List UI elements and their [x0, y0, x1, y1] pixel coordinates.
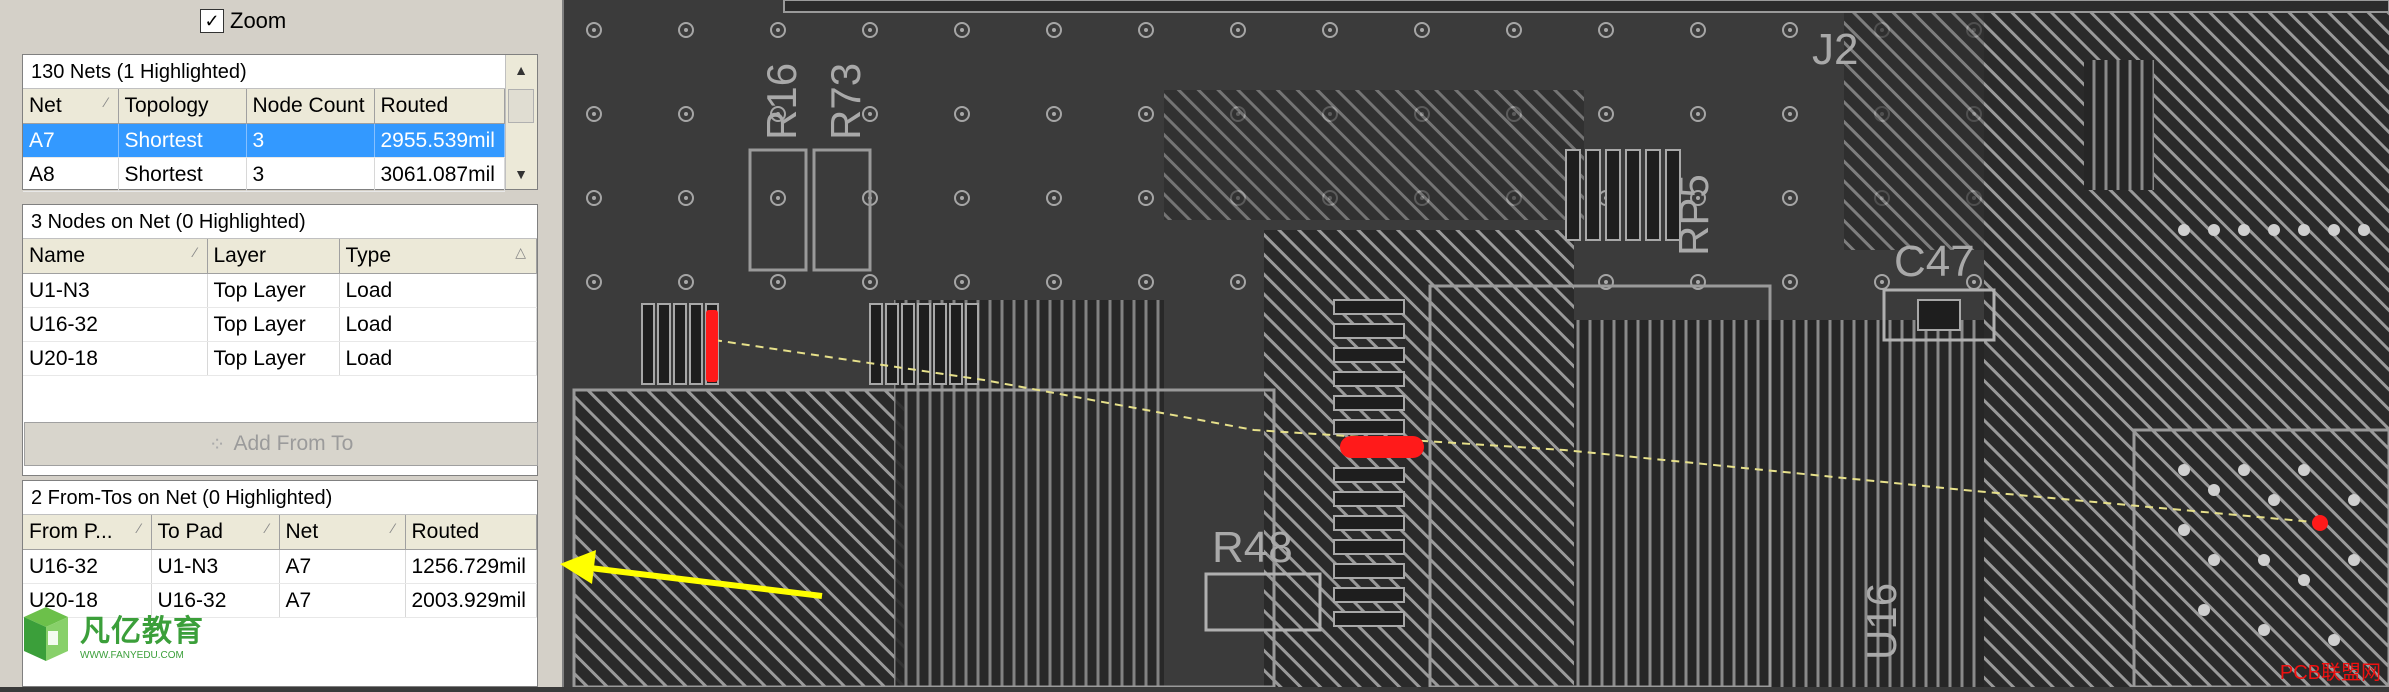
fromtos-col-to[interactable]: To Pad ⁄ [151, 515, 280, 550]
designator-j2: J2 [1812, 25, 1858, 74]
logo-name: 凡亿教育 [80, 615, 204, 648]
cell: 2003.929mil [405, 583, 537, 618]
add-from-to-button[interactable]: ⁘ Add From To [24, 422, 538, 466]
designator-r16: R16 [758, 63, 805, 140]
fromtos-col-net[interactable]: Net ⁄ [279, 515, 406, 550]
zoom-checkbox[interactable]: ✓ Zoom [200, 5, 286, 37]
highlighted-pad-u16-32[interactable] [1340, 436, 1424, 458]
cell: A7 [279, 583, 406, 618]
cell: Load [339, 341, 537, 376]
logo-url: WWW.FANYEDU.COM [80, 650, 184, 661]
logo-cube-icon [24, 606, 68, 661]
nets-col-routed[interactable]: Routed [374, 89, 505, 124]
cell: 1256.729mil [405, 549, 537, 584]
fromtos-table: From P... ⁄ To Pad ⁄ Net ⁄ Routed U16-32 U1… [23, 515, 537, 618]
trace-region [1264, 230, 1574, 687]
table-row[interactable]: A8 Shortest 3 3061.087mil [23, 157, 505, 192]
pcb-panel: ✓ Zoom 130 Nets (1 Highlighted) Net ⁄ Top… [0, 0, 564, 687]
highlighted-pad-u20-18[interactable] [706, 310, 718, 382]
watermark: PCB联盟网 [2279, 662, 2381, 684]
scroll-thumb[interactable] [508, 89, 534, 123]
table-row[interactable]: A7 Shortest 3 2955.539mil [23, 123, 505, 158]
sort-arrow-icon: ⁄ [105, 94, 108, 110]
cell: Shortest [118, 123, 247, 158]
designator-r48: R48 [1212, 523, 1293, 572]
fromtos-col-from[interactable]: From P... ⁄ [23, 515, 152, 550]
nets-scrollbar[interactable]: ▲ ▼ [505, 55, 537, 189]
sort-arrow-icon: ⁄ [194, 244, 197, 260]
nodes-title: 3 Nodes on Net (0 Highlighted) [23, 205, 537, 239]
cell: U1-N3 [23, 273, 208, 308]
cell: Top Layer [207, 273, 340, 308]
cell: 2955.539mil [374, 123, 505, 158]
cell: 3 [246, 157, 375, 192]
nodes-table: Name ⁄ Layer Type △ U1-N3 Top Layer Load U… [23, 239, 537, 376]
fromtos-col-routed[interactable]: Routed [405, 515, 537, 550]
table-row[interactable]: U16-32 U1-N3 A7 1256.729mil [23, 549, 537, 584]
sort-arrow-icon: ⁄ [392, 520, 395, 536]
cell: 3061.087mil [374, 157, 505, 192]
annotation-arrow [560, 550, 823, 599]
nets-col-topology[interactable]: Topology [118, 89, 247, 124]
cell: Top Layer [207, 307, 340, 342]
trace-region [1984, 0, 2389, 687]
nets-table: Net ⁄ Topology Node Count Routed A7 Short… [23, 89, 505, 192]
designator-rp5: RP5 [1670, 174, 1717, 256]
designator-c47: C47 [1894, 237, 1975, 286]
nets-grid: 130 Nets (1 Highlighted) Net ⁄ Topology N… [22, 54, 538, 192]
nodes-col-layer[interactable]: Layer [207, 239, 340, 274]
cell: A7 [23, 123, 119, 158]
table-row[interactable]: U1-N3 Top Layer Load [23, 273, 537, 308]
designator-u16: U16 [1858, 583, 1905, 660]
table-row[interactable]: U16-32 Top Layer Load [23, 307, 537, 342]
cell: Shortest [118, 157, 247, 192]
fromtos-title: 2 From-Tos on Net (0 Highlighted) [23, 481, 537, 515]
nets-title: 130 Nets (1 Highlighted) [23, 55, 505, 89]
fanyedu-logo: 凡亿教育 WWW.FANYEDU.COM [18, 606, 204, 661]
highlighted-pad-u1-n3[interactable] [2312, 515, 2328, 531]
zoom-label: Zoom [230, 8, 287, 33]
cell: A7 [279, 549, 406, 584]
cell: Load [339, 273, 537, 308]
cell: A8 [23, 157, 119, 192]
designator-r73: R73 [822, 63, 869, 140]
add-from-to-label: Add From To [233, 432, 354, 455]
trace-region [2084, 60, 2154, 190]
trace-region [1574, 320, 1994, 687]
nodes-col-type[interactable]: Type △ [339, 239, 537, 274]
trace-region [574, 390, 904, 687]
table-row[interactable]: U20-18 Top Layer Load [23, 341, 537, 376]
sort-arrow-icon: ⁄ [266, 520, 269, 536]
scroll-down-icon[interactable]: ▼ [506, 159, 536, 189]
cell: Load [339, 307, 537, 342]
trace-region [1164, 90, 1584, 220]
add-from-to-icon: ⁘ [208, 433, 226, 456]
nets-col-node-count[interactable]: Node Count [246, 89, 375, 124]
cell: U20-18 [23, 341, 208, 376]
scroll-up-icon[interactable]: ▲ [506, 55, 536, 85]
sort-arrow-icon: ⁄ [138, 520, 141, 536]
checkbox-icon[interactable]: ✓ [200, 9, 224, 33]
cell: Top Layer [207, 341, 340, 376]
cell: U16-32 [23, 549, 152, 584]
cell: 3 [246, 123, 375, 158]
trace-region [1844, 0, 1994, 250]
cell: U16-32 [23, 307, 208, 342]
sort-arrow-icon: △ [515, 244, 526, 260]
cell: U1-N3 [151, 549, 280, 584]
nodes-col-name[interactable]: Name ⁄ [23, 239, 208, 274]
nets-col-net[interactable]: Net ⁄ [23, 89, 119, 124]
